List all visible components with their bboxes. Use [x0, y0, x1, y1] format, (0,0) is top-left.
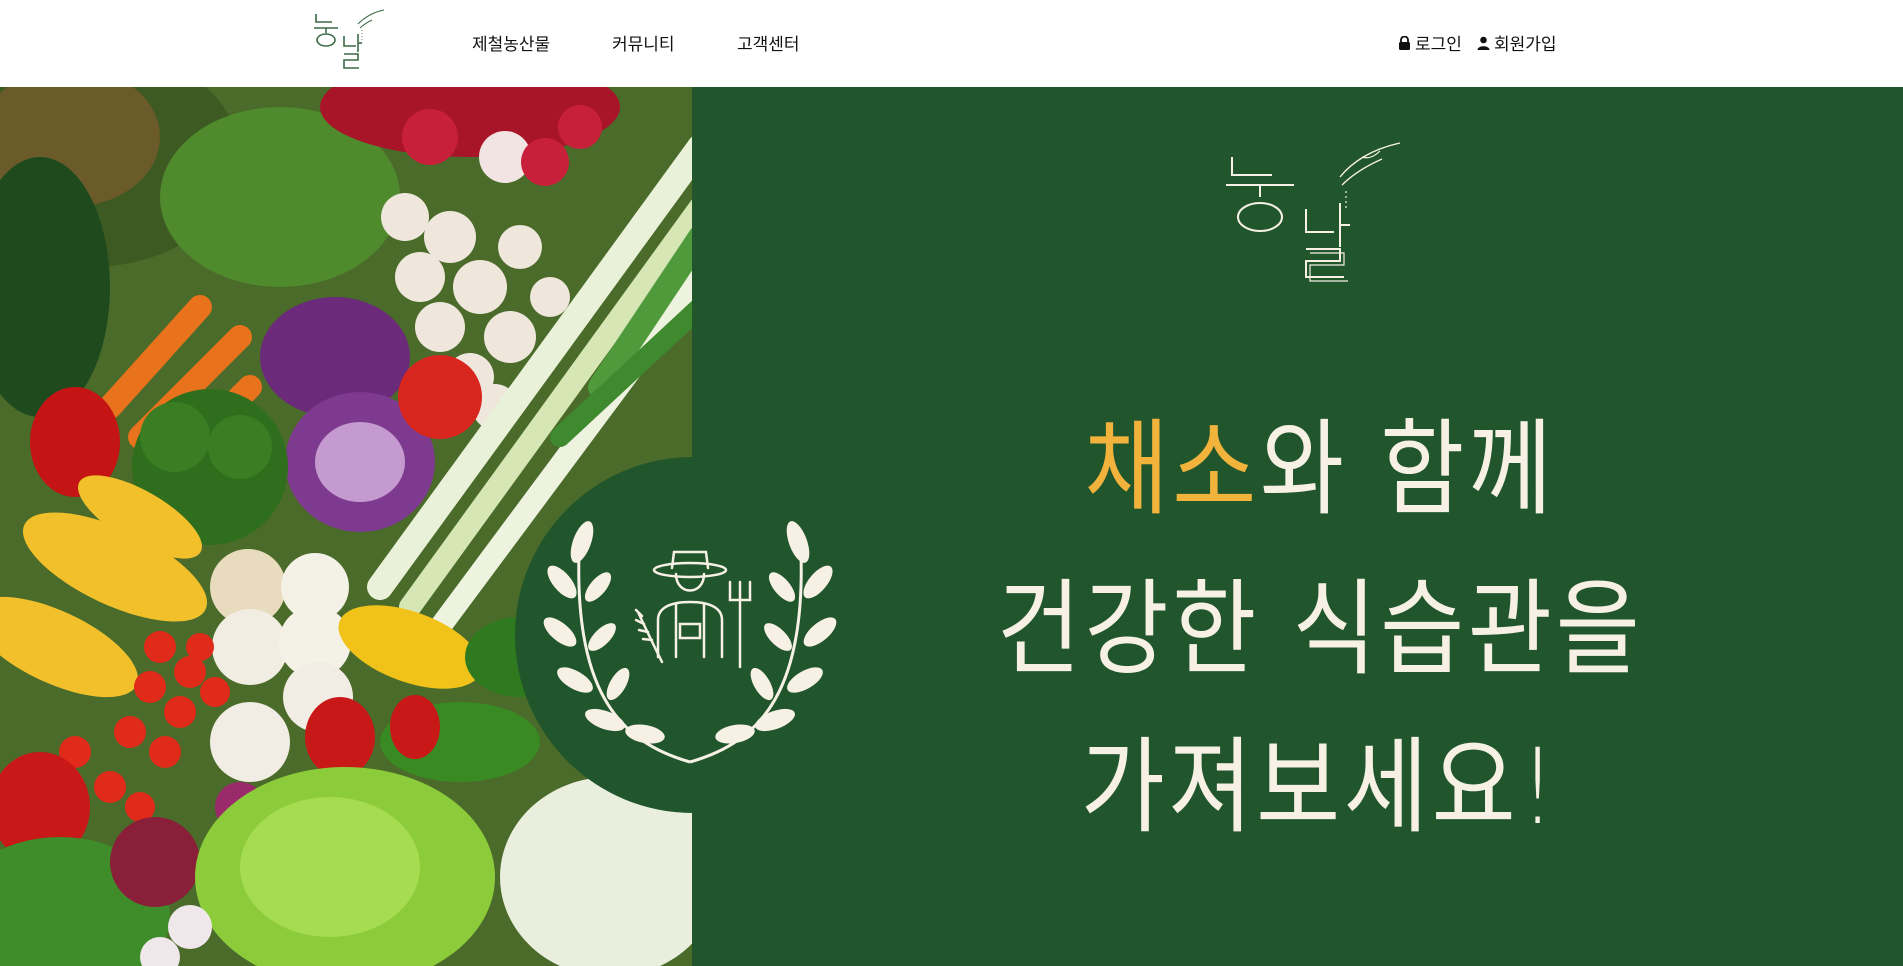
user-icon: [1477, 36, 1490, 50]
nav-customer-center[interactable]: 고객센터: [737, 30, 800, 55]
site-header: 제철농산물 커뮤니티 고객센터 로그인 회원가입: [0, 0, 1903, 87]
logo[interactable]: [310, 6, 394, 76]
hero-logo: [1226, 142, 1401, 282]
headline-line-2: 건강한 식습관을: [996, 568, 1644, 690]
hero-banner: 채소와 함께 건강한 식습관을 가져보세요!: [0, 87, 1903, 966]
headline-accent: 채소: [1084, 408, 1260, 530]
nav-community[interactable]: 커뮤니티: [612, 30, 675, 55]
login-label: 로그인: [1415, 35, 1462, 55]
login-link[interactable]: 로그인: [1398, 30, 1462, 55]
headline-line-1-rest: 와 함께: [1259, 408, 1556, 530]
headline-line-1: 채소와 함께: [924, 417, 1716, 521]
signup-label: 회원가입: [1494, 35, 1557, 55]
signup-link[interactable]: 회원가입: [1477, 30, 1557, 55]
nav-seasonal-produce[interactable]: 제철농산물: [472, 30, 550, 55]
lock-icon: [1399, 35, 1410, 50]
headline-line-3: 가져보세요!: [1080, 726, 1560, 848]
laurel-farmer-icon: [543, 521, 837, 764]
